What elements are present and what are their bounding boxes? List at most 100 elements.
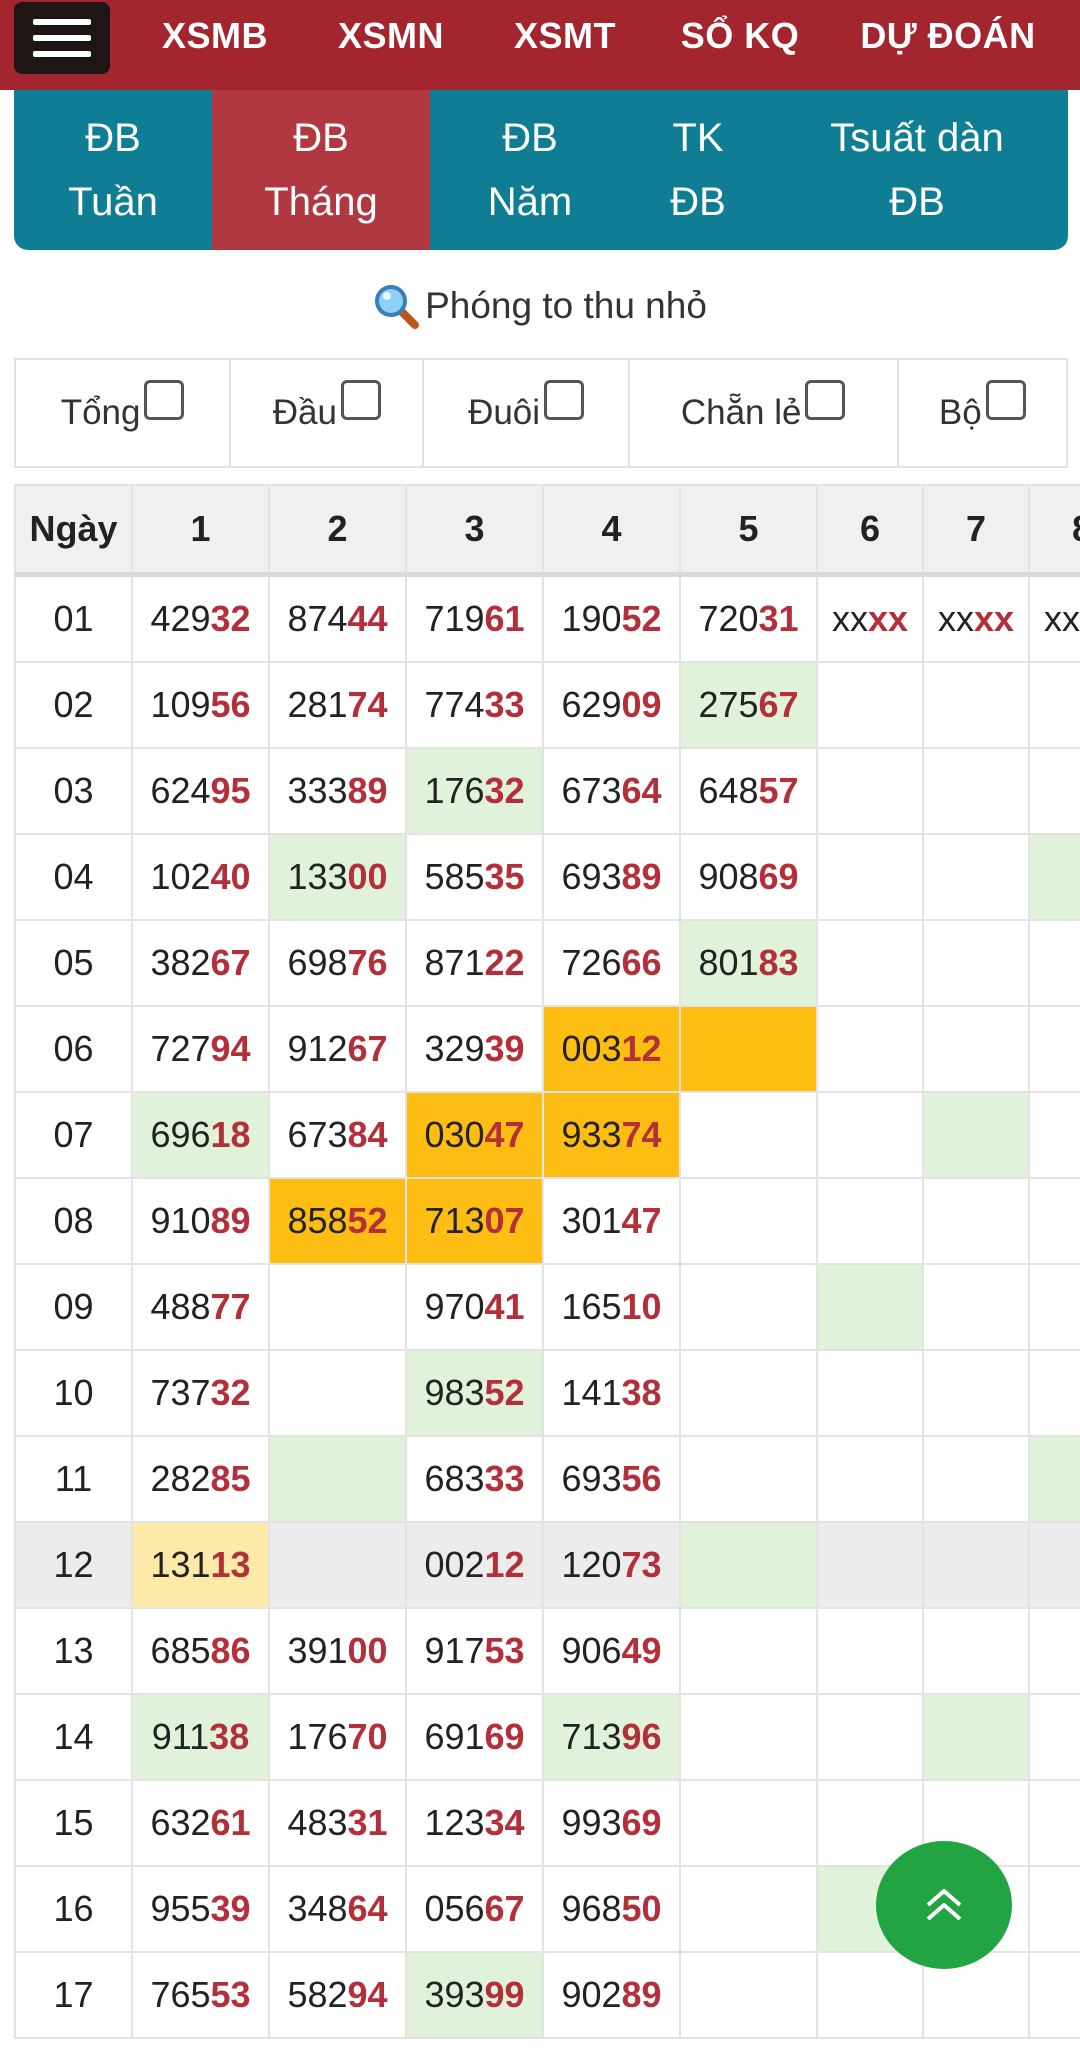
result-cell[interactable]: 69169 — [405, 1693, 544, 1781]
result-cell[interactable] — [1028, 1521, 1080, 1609]
result-cell[interactable] — [268, 1349, 407, 1437]
result-cell[interactable] — [922, 1435, 1030, 1523]
result-cell[interactable] — [1028, 1263, 1080, 1351]
nav-link-xsmn[interactable]: XSMN — [326, 0, 456, 72]
results-table-wrapper[interactable]: Ngày 1 2 3 4 5 6 7 8 0142932874447196119… — [14, 484, 1080, 2049]
result-cell[interactable] — [922, 1177, 1030, 1265]
result-cell[interactable]: 69618 — [131, 1091, 270, 1179]
result-cell[interactable]: 58294 — [268, 1951, 407, 2039]
result-cell[interactable]: 64857 — [679, 747, 818, 835]
result-cell[interactable] — [1028, 661, 1080, 749]
result-cell[interactable]: 63261 — [131, 1779, 270, 1867]
result-cell[interactable] — [679, 1349, 818, 1437]
back-to-top-button[interactable] — [876, 1841, 1012, 1969]
result-cell[interactable]: 27567 — [679, 661, 818, 749]
result-cell[interactable] — [679, 1177, 818, 1265]
result-cell[interactable]: 69356 — [542, 1435, 681, 1523]
result-cell[interactable] — [922, 1005, 1030, 1093]
zoom-toggle[interactable]: Phóng to thu nhỏ — [0, 278, 1080, 334]
result-cell[interactable]: 91089 — [131, 1177, 270, 1265]
result-cell[interactable]: 73732 — [131, 1349, 270, 1437]
result-cell[interactable] — [679, 1607, 818, 1695]
result-cell[interactable]: 87444 — [268, 573, 407, 663]
result-cell[interactable]: 97041 — [405, 1263, 544, 1351]
result-cell[interactable] — [1028, 1607, 1080, 1695]
result-cell[interactable]: xxxx — [1028, 573, 1080, 663]
result-cell[interactable]: 87122 — [405, 919, 544, 1007]
filter-dau-checkbox[interactable] — [340, 380, 381, 420]
result-cell[interactable] — [679, 1865, 818, 1953]
result-cell[interactable]: 34864 — [268, 1865, 407, 1953]
result-cell[interactable] — [816, 919, 924, 1007]
result-cell[interactable]: 32939 — [405, 1005, 544, 1093]
tab-tsuat-dan-db[interactable]: Tsuất dàn ĐB — [766, 90, 1068, 250]
result-cell[interactable] — [922, 1091, 1030, 1179]
result-cell[interactable] — [268, 1435, 407, 1523]
result-cell[interactable]: 71961 — [405, 573, 544, 663]
result-cell[interactable]: xxxx — [816, 573, 924, 663]
result-cell[interactable] — [816, 1091, 924, 1179]
result-cell[interactable]: 58535 — [405, 833, 544, 921]
result-cell[interactable] — [1028, 833, 1080, 921]
result-cell[interactable] — [816, 747, 924, 835]
result-cell[interactable] — [1028, 1779, 1080, 1867]
hamburger-menu-button[interactable] — [14, 2, 110, 74]
result-cell[interactable]: 05667 — [405, 1865, 544, 1953]
result-cell[interactable] — [816, 1521, 924, 1609]
result-cell[interactable] — [922, 661, 1030, 749]
tab-db-nam[interactable]: ĐB Năm — [430, 90, 630, 250]
result-cell[interactable] — [816, 1951, 924, 2039]
result-cell[interactable]: 69876 — [268, 919, 407, 1007]
result-cell[interactable]: 67364 — [542, 747, 681, 835]
result-cell[interactable] — [922, 1607, 1030, 1695]
result-cell[interactable]: 80183 — [679, 919, 818, 1007]
result-cell[interactable]: 62495 — [131, 747, 270, 835]
result-cell[interactable] — [816, 1693, 924, 1781]
result-cell[interactable]: 91267 — [268, 1005, 407, 1093]
result-cell[interactable] — [679, 1951, 818, 2039]
result-cell[interactable] — [816, 833, 924, 921]
result-cell[interactable]: 39399 — [405, 1951, 544, 2039]
result-cell[interactable] — [1028, 1693, 1080, 1781]
result-cell[interactable] — [1028, 1435, 1080, 1523]
nav-link-xsmb[interactable]: XSMB — [150, 0, 280, 72]
result-cell[interactable]: 71396 — [542, 1693, 681, 1781]
result-cell[interactable]: 10240 — [131, 833, 270, 921]
result-cell[interactable] — [679, 1521, 818, 1609]
result-cell[interactable]: 12073 — [542, 1521, 681, 1609]
result-cell[interactable]: 12334 — [405, 1779, 544, 1867]
result-cell[interactable]: 85852 — [268, 1177, 407, 1265]
nav-link-xsmt[interactable]: XSMT — [500, 0, 630, 72]
result-cell[interactable] — [1028, 1349, 1080, 1437]
result-cell[interactable]: 17670 — [268, 1693, 407, 1781]
result-cell[interactable]: 42932 — [131, 573, 270, 663]
result-cell[interactable] — [922, 747, 1030, 835]
result-cell[interactable]: 28285 — [131, 1435, 270, 1523]
result-cell[interactable]: 72031 — [679, 573, 818, 663]
result-cell[interactable]: 91138 — [131, 1693, 270, 1781]
result-cell[interactable]: 69389 — [542, 833, 681, 921]
result-cell[interactable]: 16510 — [542, 1263, 681, 1351]
nav-link-du-doan[interactable]: DỰ ĐOÁN — [852, 0, 1044, 72]
result-cell[interactable]: 99369 — [542, 1779, 681, 1867]
result-cell[interactable] — [268, 1263, 407, 1351]
result-cell[interactable]: 03047 — [405, 1091, 544, 1179]
result-cell[interactable] — [922, 1521, 1030, 1609]
result-cell[interactable] — [268, 1521, 407, 1609]
result-cell[interactable] — [679, 1435, 818, 1523]
result-cell[interactable]: xxxx — [922, 573, 1030, 663]
result-cell[interactable] — [1028, 1177, 1080, 1265]
result-cell[interactable] — [922, 919, 1030, 1007]
result-cell[interactable]: 90289 — [542, 1951, 681, 2039]
tab-tk-db[interactable]: TK ĐB — [630, 90, 766, 250]
result-cell[interactable]: 90649 — [542, 1607, 681, 1695]
result-cell[interactable]: 72666 — [542, 919, 681, 1007]
result-cell[interactable] — [1028, 1951, 1080, 2039]
result-cell[interactable]: 00312 — [542, 1005, 681, 1093]
filter-duoi-checkbox[interactable] — [544, 380, 585, 420]
result-cell[interactable] — [816, 1349, 924, 1437]
result-cell[interactable]: 28174 — [268, 661, 407, 749]
result-cell[interactable]: 98352 — [405, 1349, 544, 1437]
result-cell[interactable]: 13113 — [131, 1521, 270, 1609]
filter-tong-checkbox[interactable] — [144, 380, 185, 420]
